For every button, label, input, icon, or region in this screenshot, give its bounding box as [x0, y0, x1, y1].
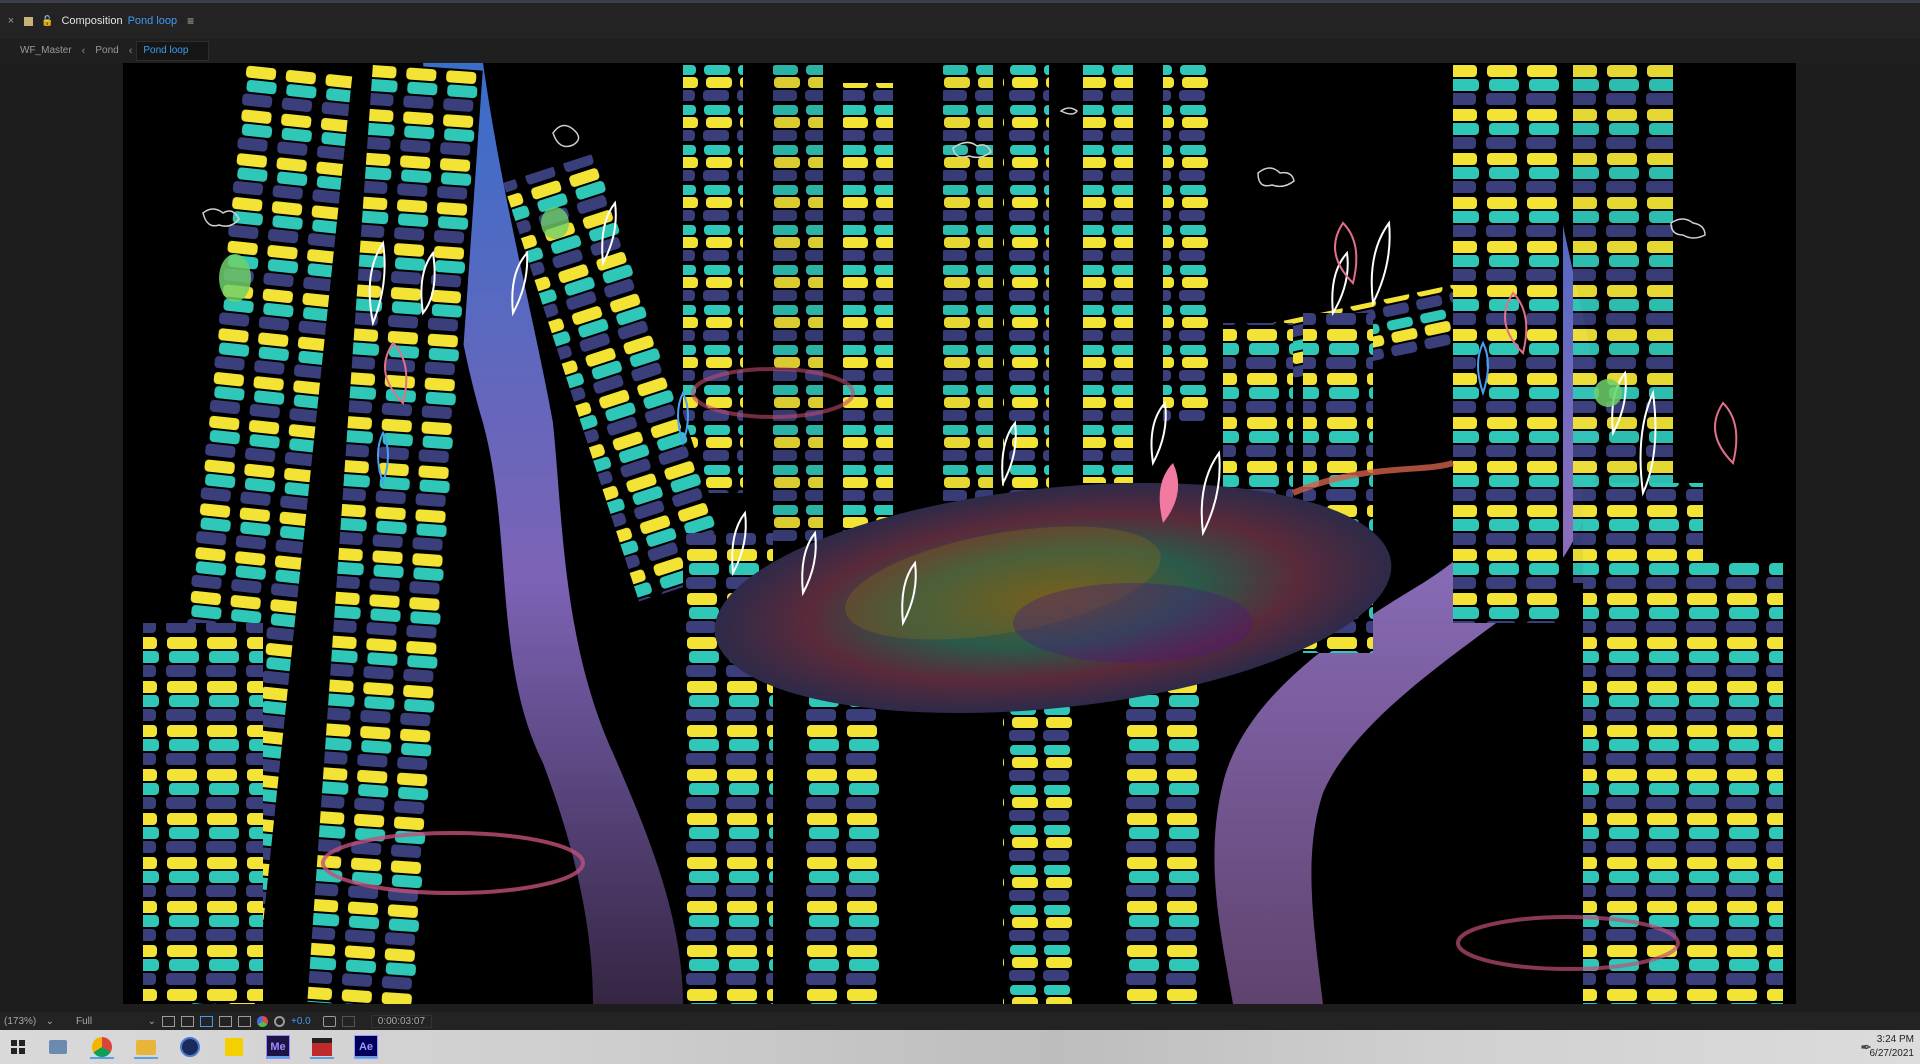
chevron-left-icon: ‹	[128, 45, 133, 57]
clock-date: 6/27/2021	[1869, 1048, 1915, 1059]
show-snapshot-icon[interactable]	[341, 1015, 355, 1027]
region-of-interest-icon[interactable]	[219, 1015, 232, 1027]
chevron-left-icon: ‹	[81, 45, 86, 57]
sticky-notes-icon[interactable]	[222, 1035, 246, 1059]
fast-previews-icon[interactable]	[162, 1015, 175, 1027]
guides-icon[interactable]	[238, 1015, 251, 1027]
media-encoder-label: Me	[270, 1041, 286, 1053]
rendered-scene-image	[143, 63, 1783, 1004]
magnification-value: (173%)	[4, 1015, 37, 1027]
composition-panel-header: × 🔓 Composition Pond loop ≡	[0, 3, 1920, 39]
resolution-dropdown[interactable]: Full ⌄	[76, 1013, 156, 1029]
magnification-dropdown[interactable]: (173%) ⌄	[4, 1013, 54, 1029]
clock-time: 3:24 PM	[1876, 1034, 1914, 1045]
chevron-down-icon: ⌄	[45, 1015, 54, 1027]
reset-exposure-icon[interactable]	[274, 1015, 285, 1027]
viewer-footer-toolbar: (173%) ⌄ Full ⌄ +0.0 0:00:03:07	[0, 1012, 1920, 1030]
windows-taskbar: Me Ae ✒ 3:24 PM 6/27/2021	[0, 1030, 1920, 1064]
transparency-grid-icon[interactable]	[181, 1015, 194, 1027]
breadcrumb-pond[interactable]: Pond	[89, 42, 124, 60]
after-effects-icon[interactable]: Ae	[354, 1035, 378, 1059]
composition-viewer[interactable]	[0, 63, 1920, 1012]
chevron-down-icon: ⌄	[147, 1015, 156, 1027]
composition-breadcrumb: WF_Master ‹ Pond ‹ Pond loop	[0, 39, 1920, 63]
current-time-display[interactable]: 0:00:03:07	[370, 1014, 433, 1028]
snapshot-camera-icon[interactable]	[322, 1015, 336, 1027]
after-effects-label: Ae	[358, 1041, 374, 1053]
render-canvas[interactable]	[123, 63, 1796, 1004]
system-clock[interactable]: 3:24 PM 6/27/2021	[1870, 1033, 1915, 1061]
mask-visibility-icon[interactable]	[200, 1015, 213, 1027]
file-manager-icon[interactable]	[46, 1035, 70, 1059]
lock-icon[interactable]: 🔓	[41, 16, 53, 27]
label-color-swatch[interactable]	[24, 16, 33, 26]
folder-icon[interactable]	[134, 1035, 158, 1059]
color-channels-icon[interactable]	[257, 1015, 268, 1027]
resolution-value: Full	[76, 1015, 93, 1027]
panel-title: Composition	[61, 15, 123, 27]
cinema4d-icon[interactable]	[178, 1035, 202, 1059]
breadcrumb-pond-loop[interactable]: Pond loop	[136, 41, 210, 61]
windows-start-icon[interactable]	[6, 1035, 30, 1059]
panel-menu-icon[interactable]: ≡	[187, 14, 194, 28]
media-encoder-icon[interactable]: Me	[266, 1035, 290, 1059]
close-panel-icon[interactable]: ×	[4, 15, 18, 27]
exposure-value[interactable]: +0.0	[291, 1016, 311, 1027]
clapperboard-icon[interactable]	[310, 1035, 334, 1059]
breadcrumb-wf-master[interactable]: WF_Master	[14, 42, 78, 60]
chrome-icon[interactable]	[90, 1035, 114, 1059]
composition-name[interactable]: Pond loop	[128, 15, 178, 27]
